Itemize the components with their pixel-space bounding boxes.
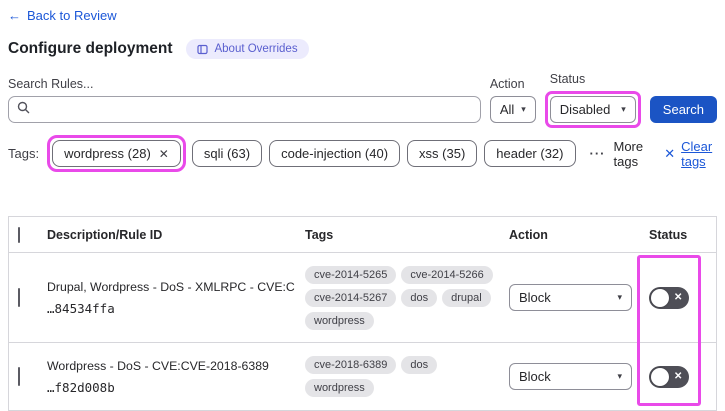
rules-table-wrap: Description/Rule ID Tags Action Status D…: [8, 216, 717, 411]
back-to-review-link[interactable]: ← Back to Review: [8, 8, 117, 23]
tags-label: Tags:: [8, 146, 40, 161]
rule-id: …f82d008b: [47, 379, 115, 395]
chevron-down-icon: ▾: [521, 104, 526, 114]
action-filter-group: Action All ▾: [489, 77, 536, 123]
status-filter-label: Status: [549, 72, 586, 86]
toggle-knob: [651, 367, 669, 386]
tag-pill-wordpress[interactable]: wordpress (28) ✕: [52, 140, 181, 167]
tag-chip: wordpress: [305, 311, 374, 330]
ellipsis-icon: ···: [589, 146, 606, 161]
status-toggle[interactable]: ✕: [649, 365, 689, 388]
toggle-x-icon: ✕: [674, 370, 683, 382]
toggle-knob: [651, 288, 669, 307]
tag-chip: cve-2018-6389: [305, 356, 397, 374]
header-action: Action: [509, 227, 548, 242]
tag-chip: dos: [401, 356, 438, 374]
more-tags-button[interactable]: ··· More tags: [590, 139, 647, 169]
action-filter-select[interactable]: All ▾: [489, 96, 536, 123]
toggle-x-icon: ✕: [674, 291, 683, 303]
chevron-down-icon: ▾: [621, 104, 626, 114]
row-checkbox[interactable]: [18, 287, 20, 307]
row-checkbox[interactable]: [18, 366, 20, 386]
status-filter-group: Status Disabled ▾: [544, 72, 641, 128]
search-button[interactable]: Search: [649, 96, 717, 123]
rule-tags: cve-2014-5265 cve-2014-5266 cve-2014-526…: [305, 265, 509, 330]
back-arrow-icon: ←: [8, 8, 21, 23]
filter-row: Search Rules... Action All ▾ Status Disa…: [8, 72, 717, 128]
about-overrides-label: About Overrides: [214, 43, 298, 55]
select-all-checkbox[interactable]: [18, 226, 20, 243]
header-description: Description/Rule ID: [47, 227, 163, 242]
rule-tags: cve-2018-6389 dos wordpress: [305, 356, 509, 397]
page-title: Configure deployment: [8, 40, 173, 57]
header-status: Status: [649, 227, 688, 242]
tag-pill-label: xss (35): [419, 146, 466, 161]
tag-chip: cve-2014-5267: [305, 288, 397, 307]
action-select-value: Block: [519, 290, 551, 305]
chevron-down-icon: ▾: [617, 292, 622, 302]
search-rules-label: Search Rules...: [8, 77, 94, 91]
header-tags: Tags: [305, 227, 334, 242]
configure-deployment-page: ← Back to Review Configure deployment Ab…: [0, 0, 725, 411]
search-input[interactable]: [37, 102, 472, 117]
action-filter-label: Action: [489, 77, 525, 91]
tag-chip: dos: [401, 288, 438, 307]
tag-pill-label: sqli (63): [203, 146, 251, 161]
tag-pill-label: code-injection (40): [281, 146, 389, 161]
clear-tags-label: Clear tags: [681, 138, 713, 169]
tag-pill-header[interactable]: header (32): [484, 140, 576, 167]
more-tags-label: More tags: [613, 138, 644, 169]
rule-description: Drupal, Wordpress - DoS - XMLRPC - CVE:C…: [47, 279, 295, 294]
annotation-box-selected-tag: wordpress (28) ✕: [47, 135, 186, 172]
tag-pill-code-injection[interactable]: code-injection (40): [269, 140, 401, 167]
tags-bar: Tags: wordpress (28) ✕ sqli (63) code-in…: [8, 135, 717, 172]
back-link-label: Back to Review: [27, 8, 117, 23]
rules-table: Description/Rule ID Tags Action Status D…: [8, 216, 717, 411]
table-row: Wordpress - DoS - CVE:CVE-2018-6389 …f82…: [9, 343, 716, 410]
table-header-row: Description/Rule ID Tags Action Status: [9, 217, 716, 253]
title-row: Configure deployment About Overrides: [8, 39, 717, 59]
annotation-box-status-filter: Disabled ▾: [544, 91, 641, 128]
clear-tags-icon: ✕: [664, 145, 676, 161]
table-row: Drupal, Wordpress - DoS - XMLRPC - CVE:C…: [9, 253, 716, 343]
remove-tag-icon[interactable]: ✕: [159, 147, 169, 161]
action-select-value: Block: [519, 369, 551, 384]
action-select[interactable]: Block ▾: [509, 284, 632, 311]
tag-pill-sqli[interactable]: sqli (63): [191, 140, 263, 167]
status-filter-value: Disabled: [559, 102, 611, 117]
search-icon: [17, 101, 30, 119]
rule-description: Wordpress - DoS - CVE:CVE-2018-6389: [47, 358, 269, 373]
action-select[interactable]: Block ▾: [509, 363, 632, 390]
status-filter-select[interactable]: Disabled ▾: [549, 96, 636, 123]
about-overrides-badge[interactable]: About Overrides: [186, 39, 309, 59]
action-filter-value: All: [499, 102, 515, 117]
search-box[interactable]: [8, 96, 481, 123]
search-group: Search Rules...: [8, 77, 481, 123]
tag-chip: cve-2014-5265: [305, 265, 397, 284]
tag-chip: drupal: [442, 288, 491, 307]
tag-chip: wordpress: [305, 379, 374, 397]
tag-chip: cve-2014-5266: [401, 265, 493, 284]
book-icon: [197, 44, 209, 55]
tag-pill-label: header (32): [496, 146, 564, 161]
status-toggle[interactable]: ✕: [649, 286, 689, 309]
tag-pill-label: wordpress (28): [64, 146, 151, 161]
tag-pill-xss[interactable]: xss (35): [407, 140, 478, 167]
chevron-down-icon: ▾: [617, 371, 622, 381]
rule-id: …84534ffa: [47, 300, 115, 316]
clear-tags-link[interactable]: ✕ Clear tags: [664, 139, 717, 169]
